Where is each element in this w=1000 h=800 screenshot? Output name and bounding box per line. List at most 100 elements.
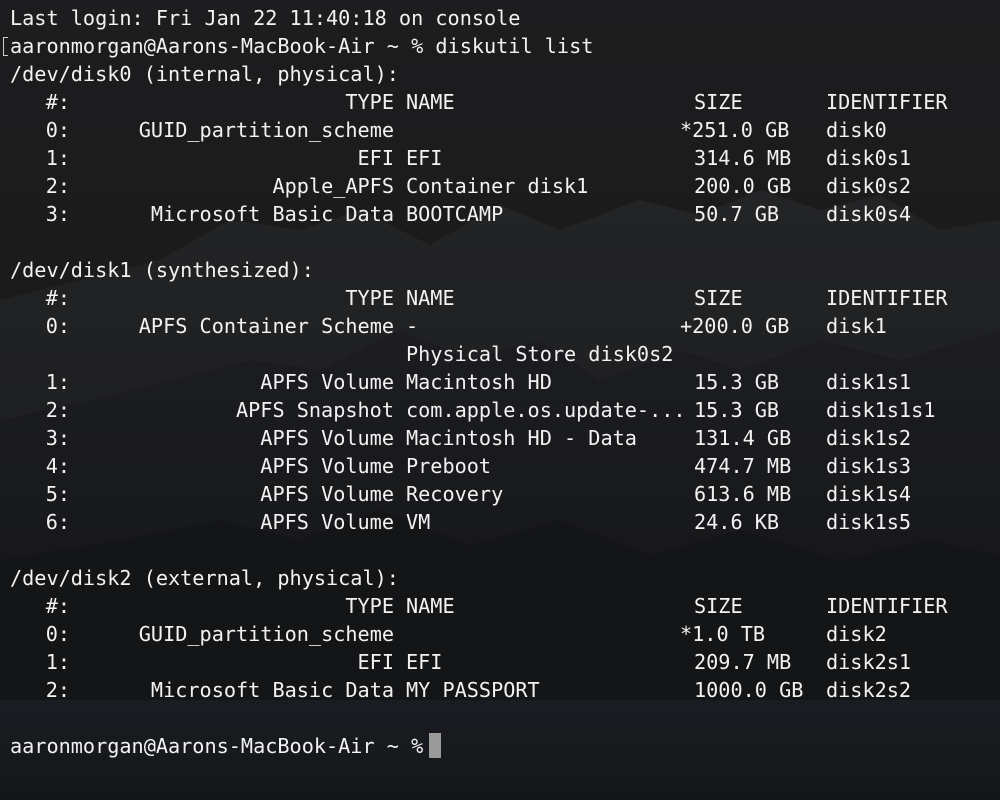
partition-identifier: disk2 xyxy=(826,622,887,646)
disk-table-row: 3: APFS Volume Macintosh HD - Data 131.4 GB… xyxy=(0,424,1000,452)
partition-identifier: disk1 xyxy=(826,314,887,338)
disk-table-row: Physical Store disk0s2 xyxy=(0,340,1000,368)
partition-type: APFS Container Scheme xyxy=(138,314,394,338)
disk-table-row: 0: GUID_partition_scheme *251.0 GB disk0 xyxy=(0,116,1000,144)
partition-name: Preboot xyxy=(406,454,492,478)
partition-name: Macintosh HD xyxy=(406,370,552,394)
partition-size: 24.6 KB xyxy=(694,510,780,534)
terminal-window[interactable]: Last login: Fri Jan 22 11:40:18 on conso… xyxy=(0,0,1000,800)
partition-type: APFS Volume xyxy=(260,370,394,394)
partition-type: Microsoft Basic Data xyxy=(150,678,394,702)
partition-size: 613.6 MB xyxy=(694,482,792,506)
partition-size: +200.0 GB xyxy=(680,314,790,338)
line-marker xyxy=(3,37,8,56)
partition-identifier: disk0s1 xyxy=(826,146,912,170)
terminal-line: /dev/disk0 (internal, physical): xyxy=(10,62,399,86)
partition-number: 1: xyxy=(45,370,70,394)
text-cursor xyxy=(429,733,441,758)
disk-table-row: 3: Microsoft Basic Data BOOTCAMP 50.7 GB dis… xyxy=(0,200,1000,228)
partition-type: APFS Volume xyxy=(260,510,394,534)
partition-number: 2: xyxy=(45,678,70,702)
partition-type: Apple_APFS xyxy=(272,174,394,198)
partition-name: Recovery xyxy=(406,482,504,506)
partition-number: 3: xyxy=(45,202,70,226)
partition-type: APFS Volume xyxy=(260,426,394,450)
partition-size: 200.0 GB xyxy=(694,174,792,198)
partition-name: EFI xyxy=(406,146,443,170)
terminal-line: aaronmorgan@Aarons-MacBook-Air ~ % xyxy=(10,734,436,758)
disk-table-row: #: TYPE NAME SIZE IDENTIFIER xyxy=(0,88,1000,116)
partition-name: NAME xyxy=(406,594,455,618)
partition-number: 6: xyxy=(45,510,70,534)
partition-number: 0: xyxy=(45,314,70,338)
partition-size: 209.7 MB xyxy=(694,650,792,674)
partition-name: BOOTCAMP xyxy=(406,202,504,226)
partition-type: GUID_partition_scheme xyxy=(138,622,394,646)
partition-size: *1.0 TB xyxy=(680,622,766,646)
partition-name: MY PASSPORT xyxy=(406,678,540,702)
partition-type: EFI xyxy=(357,650,394,674)
partition-number: 1: xyxy=(45,650,70,674)
partition-size: 15.3 GB xyxy=(694,370,780,394)
partition-number: #: xyxy=(45,594,70,618)
disk-table-row: 2: Microsoft Basic Data MY PASSPORT 1000.0 … xyxy=(0,676,1000,704)
partition-type: EFI xyxy=(357,146,394,170)
partition-number: 2: xyxy=(45,398,70,422)
partition-type: APFS Volume xyxy=(260,454,394,478)
partition-identifier: IDENTIFIER xyxy=(826,90,948,114)
partition-identifier: disk1s3 xyxy=(826,454,912,478)
partition-type: TYPE xyxy=(345,594,394,618)
partition-identifier: disk1s2 xyxy=(826,426,912,450)
partition-identifier: disk0s4 xyxy=(826,202,912,226)
partition-identifier: disk1s4 xyxy=(826,482,912,506)
disk-table-row: 0: GUID_partition_scheme *1.0 TB disk2 xyxy=(0,620,1000,648)
partition-number: 0: xyxy=(45,118,70,142)
partition-name: VM xyxy=(406,510,431,534)
disk-table-row: 0: APFS Container Scheme - +200.0 GB disk1 xyxy=(0,312,1000,340)
terminal-output: Last login: Fri Jan 22 11:40:18 on conso… xyxy=(0,0,1000,800)
partition-name: com.apple.os.update-... xyxy=(406,398,686,422)
terminal-line: aaronmorgan@Aarons-MacBook-Air ~ % disku… xyxy=(10,34,594,58)
partition-identifier: IDENTIFIER xyxy=(826,286,948,310)
partition-identifier: disk1s1s1 xyxy=(826,398,936,422)
partition-type: APFS Snapshot xyxy=(235,398,394,422)
disk-table-row: 5: APFS Volume Recovery 613.6 MB disk1s4 xyxy=(0,480,1000,508)
partition-identifier: disk2s2 xyxy=(826,678,912,702)
partition-size: 50.7 GB xyxy=(694,202,780,226)
partition-name: Container disk1 xyxy=(406,174,589,198)
partition-identifier: disk1s5 xyxy=(826,510,912,534)
disk-table-row: 1: APFS Volume Macintosh HD 15.3 GB disk1s1 xyxy=(0,368,1000,396)
partition-number: 0: xyxy=(45,622,70,646)
partition-type: APFS Volume xyxy=(260,482,394,506)
partition-type: GUID_partition_scheme xyxy=(138,118,394,142)
partition-size: 314.6 MB xyxy=(694,146,792,170)
partition-number: #: xyxy=(45,286,70,310)
partition-type: Microsoft Basic Data xyxy=(150,202,394,226)
partition-number: 4: xyxy=(45,454,70,478)
partition-number: 2: xyxy=(45,174,70,198)
disk-table-row: 2: APFS Snapshot com.apple.os.update-... 15… xyxy=(0,396,1000,424)
partition-number: 3: xyxy=(45,426,70,450)
partition-size: SIZE xyxy=(694,594,743,618)
partition-size: SIZE xyxy=(694,286,743,310)
partition-type: TYPE xyxy=(345,286,394,310)
partition-number: 1: xyxy=(45,146,70,170)
disk-table-row: 1: EFI EFI 314.6 MB disk0s1 xyxy=(0,144,1000,172)
partition-identifier: disk0 xyxy=(826,118,887,142)
partition-name: - xyxy=(406,314,419,338)
terminal-line: Last login: Fri Jan 22 11:40:18 on conso… xyxy=(10,6,521,30)
partition-identifier: disk2s1 xyxy=(826,650,912,674)
partition-identifier: IDENTIFIER xyxy=(826,594,948,618)
partition-size: *251.0 GB xyxy=(680,118,790,142)
partition-identifier: disk0s2 xyxy=(826,174,912,198)
partition-number: 5: xyxy=(45,482,70,506)
disk-table-row: 2: Apple_APFS Container disk1 200.0 GB disk0… xyxy=(0,172,1000,200)
disk-table-row: #: TYPE NAME SIZE IDENTIFIER xyxy=(0,592,1000,620)
terminal-line: /dev/disk1 (synthesized): xyxy=(10,258,314,282)
disk-table-row: 1: EFI EFI 209.7 MB disk2s1 xyxy=(0,648,1000,676)
partition-type: TYPE xyxy=(345,90,394,114)
partition-identifier: disk1s1 xyxy=(826,370,912,394)
partition-number: #: xyxy=(45,90,70,114)
partition-name: NAME xyxy=(406,286,455,310)
partition-name: EFI xyxy=(406,650,443,674)
